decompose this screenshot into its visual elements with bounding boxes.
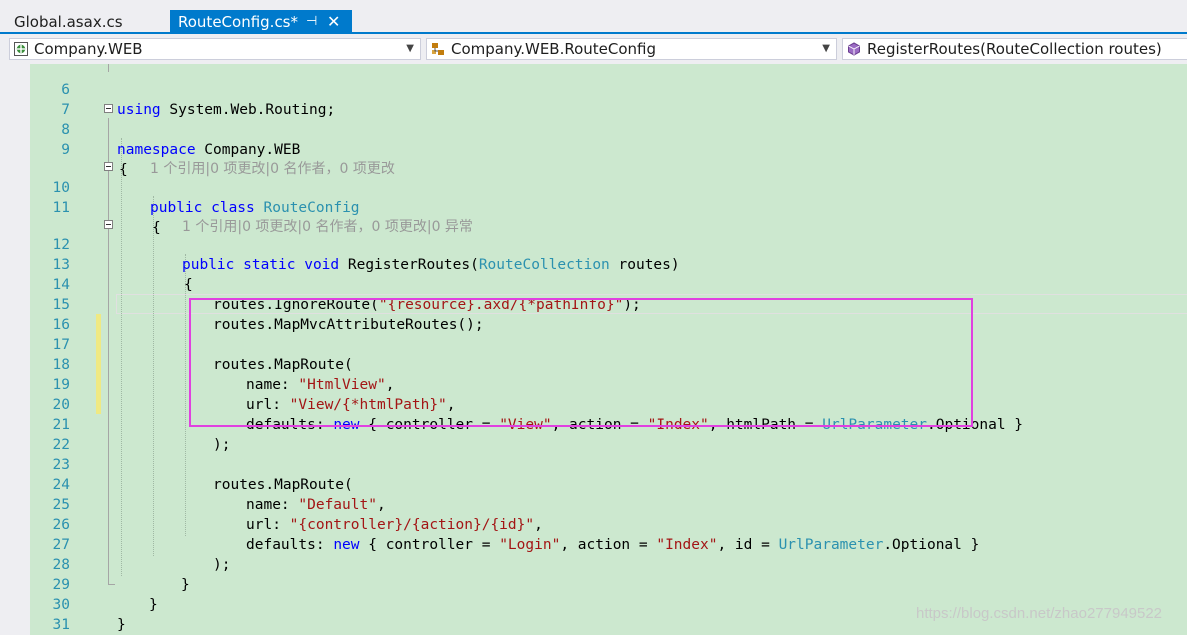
code-line[interactable]: 27 ); — [0, 515, 1187, 573]
member-dropdown-value: RegisterRoutes(RouteCollection routes) — [867, 40, 1162, 58]
code-line[interactable]: 6 using System.Web.Routing; — [0, 64, 1187, 118]
code-line[interactable]: 13 { — [0, 235, 1187, 293]
type-dropdown[interactable]: Company.WEB.RouteConfig ▼ — [426, 38, 837, 60]
code-line[interactable]: 12 public static void RegisterRoutes(Rou… — [0, 215, 1187, 273]
codelens[interactable]: 1 个引用|0 项更改|0 名作者，0 项更改 — [0, 139, 1187, 177]
code-line[interactable]: 7 — [0, 80, 1187, 118]
annotation-highlight-box — [189, 298, 973, 427]
code-line[interactable]: 14 routes.IgnoreRoute("{resource}.axd/{*… — [0, 255, 1187, 313]
pin-icon[interactable]: ⊣ — [306, 10, 317, 34]
line-number: 31 — [52, 617, 70, 633]
type-dropdown-value: Company.WEB.RouteConfig — [451, 40, 657, 58]
watermark: https://blog.csdn.net/zhao277949522 — [916, 605, 1163, 622]
codelens[interactable]: 1 个引用|0 项更改|0 名作者，0 项更改|0 异常 — [0, 197, 1187, 235]
chevron-down-icon: ▼ — [406, 43, 414, 54]
project-dropdown[interactable]: Company.WEB ▼ — [9, 38, 421, 60]
code-line[interactable]: 15 routes.MapMvcAttributeRoutes(); — [0, 275, 1187, 333]
member-dropdown[interactable]: RegisterRoutes(RouteCollection routes) — [842, 38, 1187, 60]
tab-routeconfig[interactable]: RouteConfig.cs* ⊣ ✕ — [170, 10, 352, 34]
class-icon — [432, 43, 444, 55]
code-editor[interactable]: 6 using System.Web.Routing; 7 8 namespac… — [0, 64, 1187, 635]
tab-label: RouteConfig.cs* — [178, 13, 298, 31]
code-line[interactable]: 8 namespace Company.WEB — [0, 100, 1187, 158]
close-icon[interactable]: ✕ — [327, 10, 340, 34]
project-dropdown-value: Company.WEB — [34, 40, 143, 58]
code-line[interactable]: 23 routes.MapRoute( — [0, 435, 1187, 493]
code-line[interactable]: 30 } — [0, 575, 1187, 633]
method-icon — [848, 42, 860, 56]
code-line[interactable]: 9 { — [0, 120, 1187, 178]
code-line[interactable]: 26 defaults: new { controller = "Login",… — [0, 495, 1187, 553]
code-line[interactable]: 29 } — [0, 555, 1187, 613]
csharp-project-icon — [14, 42, 28, 56]
code-line[interactable]: 25 url: "{controller}/{action}/{id}", — [0, 475, 1187, 533]
code-line[interactable]: 10 public class RouteConfig — [0, 158, 1187, 216]
tab-label: Global.asax.cs — [14, 13, 123, 31]
chevron-down-icon: ▼ — [822, 43, 830, 54]
code-line[interactable]: 11 { — [0, 178, 1187, 236]
code-text: } — [117, 617, 126, 633]
document-tab-strip: Global.asax.cs RouteConfig.cs* ⊣ ✕ — [0, 0, 1187, 34]
code-line[interactable]: 28 } — [0, 535, 1187, 593]
navigation-bar: Company.WEB ▼ Company.WEB.RouteConfig ▼ … — [0, 34, 1187, 64]
code-line[interactable]: 24 name: "Default", — [0, 455, 1187, 513]
tab-global-asax[interactable]: Global.asax.cs — [6, 10, 164, 34]
